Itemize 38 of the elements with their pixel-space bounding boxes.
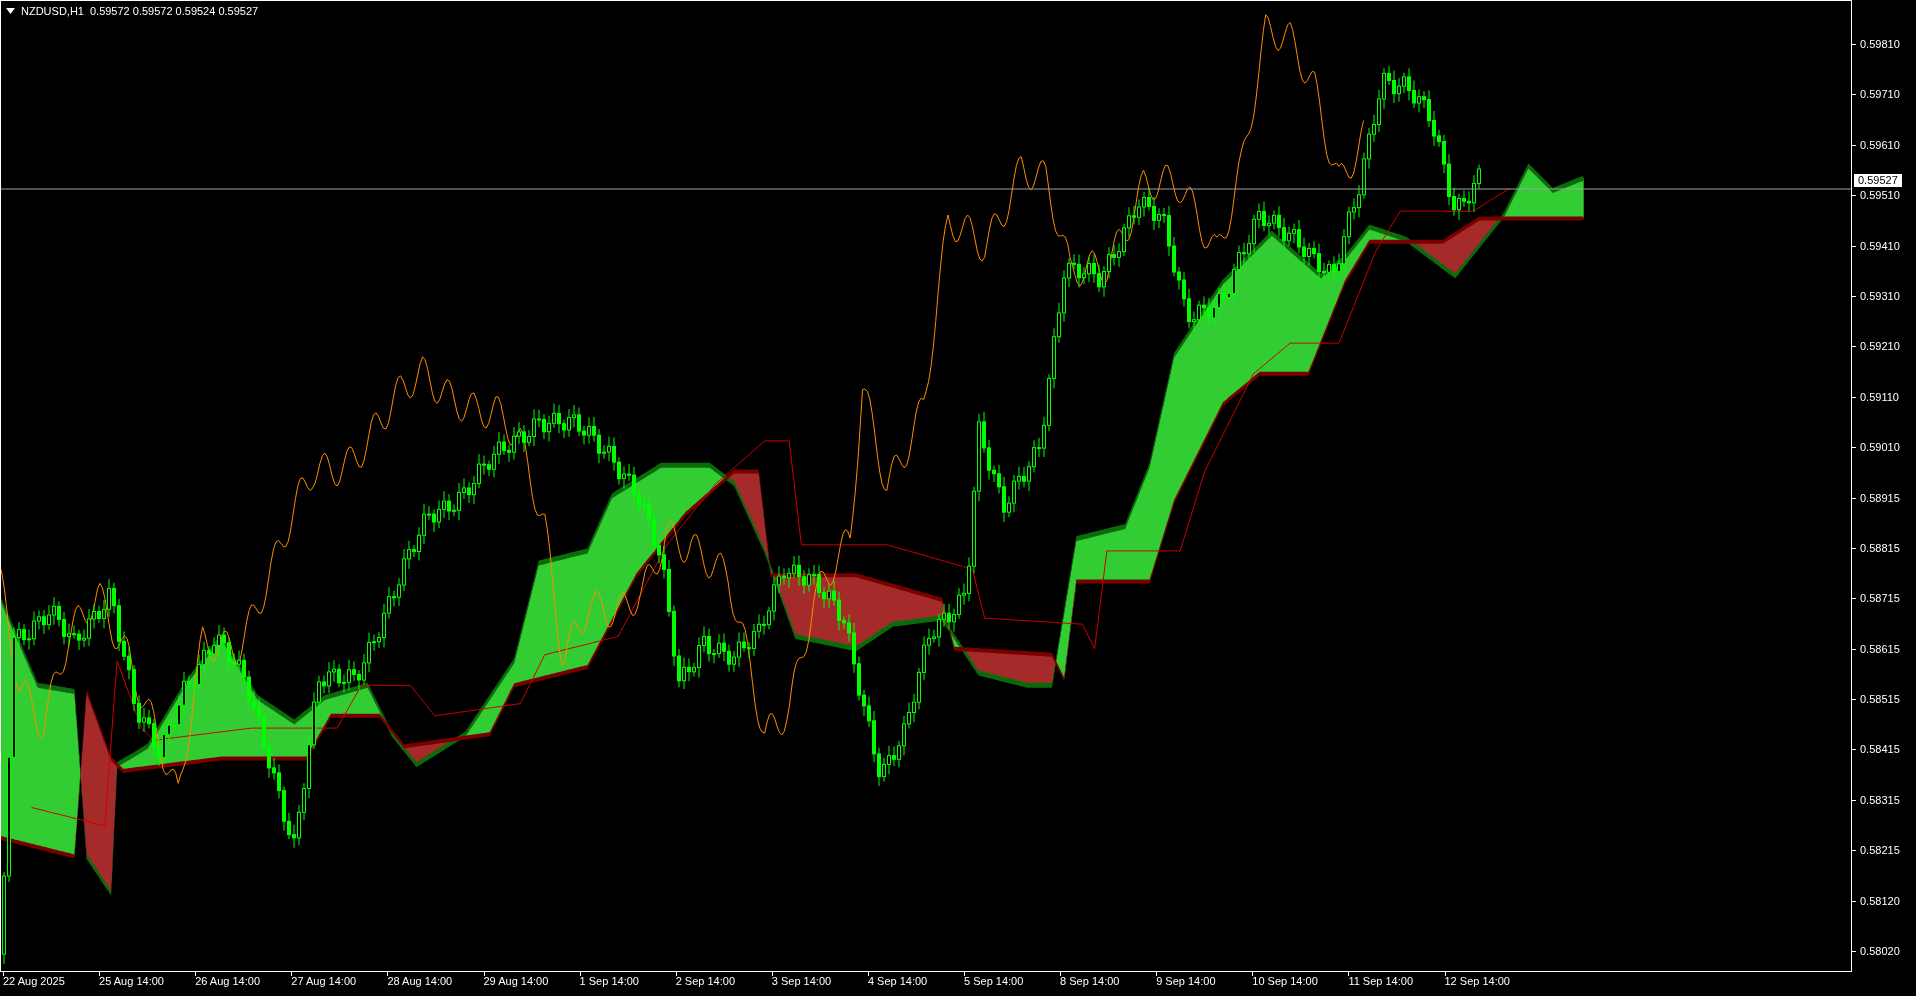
time-axis-label: 9 Sep 14:00	[1156, 975, 1216, 988]
price-axis-label: 0.58020	[1860, 945, 1900, 958]
price-axis-label: 0.58315	[1860, 793, 1900, 807]
time-axis-label: 1 Sep 14:00	[579, 975, 639, 988]
time-axis-label: 4 Sep 14:00	[867, 975, 928, 988]
price-axis-label: 0.58415	[1860, 743, 1900, 757]
time-axis-label: 2 Sep 14:00	[675, 975, 736, 988]
time-axis-label: 12 Sep 14:00	[1444, 975, 1510, 988]
price-axis-label: 0.59210	[1860, 340, 1900, 354]
price-axis-label: 0.59610	[1860, 138, 1900, 152]
time-axis-label: 28 Aug 14:00	[387, 975, 453, 988]
time-axis-label: 25 Aug 14:00	[99, 975, 164, 988]
quote-values: 0.59572 0.59572 0.59524 0.59527	[89, 5, 259, 17]
price-axis-label: 0.58715	[1860, 592, 1900, 606]
price-axis-label: 0.59710	[1860, 88, 1900, 102]
price-axis-label: 0.59010	[1860, 441, 1900, 455]
price-axis-label: 0.59510	[1860, 189, 1900, 203]
price-axis-label: 0.59410	[1860, 239, 1900, 253]
price-axis-label: 0.58915	[1860, 491, 1900, 505]
time-axis-label: 29 Aug 14:00	[483, 975, 549, 988]
time-axis-label: 26 Aug 14:00	[195, 975, 261, 988]
time-axis-label: 11 Sep 14:00	[1348, 975, 1414, 988]
price-axis-label: 0.58615	[1860, 642, 1900, 656]
time-axis-label: 5 Sep 14:00	[964, 975, 1024, 988]
price-axis-label: 0.58215	[1860, 844, 1900, 858]
price-axis-label: 0.59810	[1860, 38, 1900, 51]
symbol-label: NZDUSD,H1	[21, 5, 84, 17]
price-axis-label: 0.58815	[1860, 541, 1900, 555]
time-axis-label: 10 Sep 14:00	[1252, 975, 1318, 988]
time-axis-label: 3 Sep 14:00	[771, 975, 832, 988]
current-price-tag: 0.59527	[1854, 174, 1902, 187]
time-axis-label: 8 Sep 14:00	[1060, 975, 1120, 988]
price-axis-label: 0.58120	[1860, 894, 1900, 908]
price-axis-label: 0.59310	[1860, 289, 1900, 303]
time-axis-label: 22 Aug 2025	[3, 975, 65, 988]
price-axis-label: 0.59110	[1860, 390, 1899, 404]
time-axis-label: 27 Aug 14:00	[291, 975, 357, 988]
price-axis-label: 0.58515	[1860, 693, 1900, 707]
